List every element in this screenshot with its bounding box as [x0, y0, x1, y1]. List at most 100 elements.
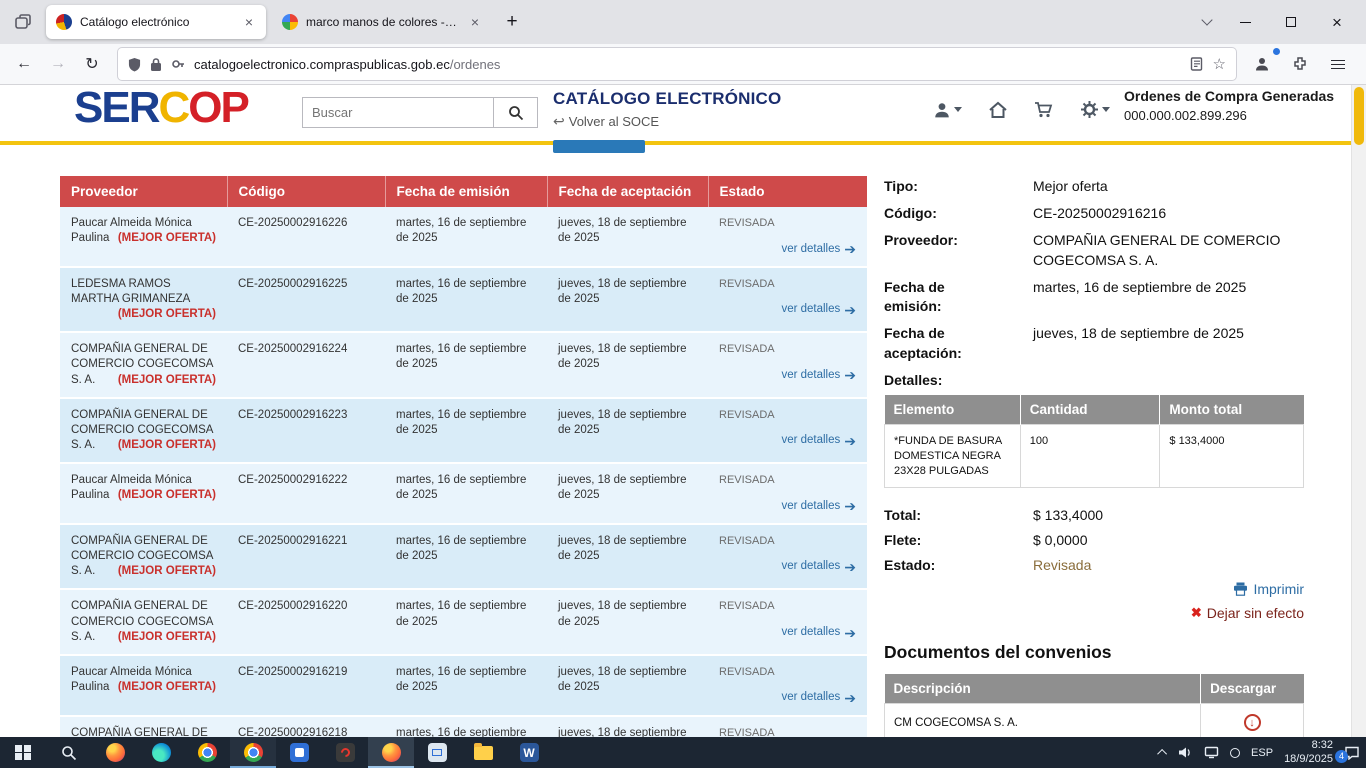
windows-logo-icon	[15, 745, 31, 761]
volver-soce-link[interactable]: ↩Volver al SOCE	[553, 113, 781, 130]
taskbar-search-button[interactable]	[46, 737, 92, 768]
network-icon[interactable]	[1204, 746, 1219, 759]
blue-app-taskbar-icon[interactable]	[276, 737, 322, 768]
column-header-elemento: Elemento	[885, 395, 1021, 425]
ver-detalles-link[interactable]: ver detalles➔	[781, 302, 856, 317]
status-label: REVISADA	[719, 534, 856, 549]
back-button[interactable]: ←	[8, 49, 40, 79]
scrollbar-thumb[interactable]	[1354, 87, 1364, 145]
status-label: REVISADA	[719, 599, 856, 614]
ver-detalles-link[interactable]: ver detalles➔	[781, 625, 856, 640]
search-button[interactable]	[494, 97, 538, 128]
word-taskbar-icon[interactable]: W	[506, 737, 552, 768]
mejor-oferta-label: (MEJOR OFERTA)	[118, 231, 216, 246]
page-scrollbar[interactable]	[1351, 85, 1366, 737]
field-value: martes, 16 de septiembre de 2025	[1033, 278, 1304, 318]
extensions-icon[interactable]	[1284, 49, 1316, 79]
forward-button[interactable]: →	[42, 49, 74, 79]
orders-table-body: Paucar Almeida Mónica Paulina (MEJOR OFE…	[60, 207, 867, 737]
firefox-taskbar-icon[interactable]	[92, 737, 138, 768]
bookmark-star-icon[interactable]: ☆	[1213, 55, 1226, 73]
ver-detalles-link[interactable]: ver detalles➔	[781, 499, 856, 514]
table-row: LEDESMA RAMOS MARTHA GRIMANEZA (MEJOR OF…	[60, 267, 867, 333]
firefox-view-icon[interactable]	[6, 6, 40, 38]
url-bar[interactable]: catalogoelectronico.compraspublicas.gob.…	[118, 48, 1236, 80]
table-row: Paucar Almeida Mónica Paulina (MEJOR OFE…	[60, 207, 867, 267]
account-icon[interactable]	[1246, 49, 1278, 79]
status-label: REVISADA	[719, 726, 856, 737]
web-page: SERCOP CATÁLOGO ELECTRÓNICO ↩Volver al S…	[0, 85, 1366, 737]
home-icon[interactable]	[988, 101, 1008, 119]
minimize-button[interactable]	[1222, 0, 1268, 44]
item-amount: $ 133,4000	[1160, 424, 1304, 488]
cart-icon[interactable]	[1034, 101, 1054, 119]
acceptance-date: jueves, 18 de septiembre de 2025	[547, 524, 708, 590]
imprimir-link[interactable]: Imprimir	[1233, 581, 1304, 597]
ver-detalles-link[interactable]: ver detalles➔	[781, 242, 856, 257]
tab-search-result[interactable]: marco manos de colores - Busc ×	[272, 5, 492, 39]
arrow-right-icon: ➔	[844, 691, 856, 705]
close-button[interactable]: ×	[1314, 0, 1360, 44]
orders-table: Proveedor Código Fecha de emisión Fecha …	[60, 176, 867, 737]
firefox-active-taskbar-icon[interactable]	[368, 737, 414, 768]
new-tab-button[interactable]: +	[496, 6, 528, 38]
acceptance-date: jueves, 18 de septiembre de 2025	[547, 398, 708, 464]
tab-close-icon[interactable]: ×	[242, 14, 256, 30]
field-label: Código:	[884, 204, 1002, 224]
chrome-taskbar-icon-2[interactable]	[230, 737, 276, 768]
tab-catalogo-electronico[interactable]: Catálogo electrónico ×	[46, 5, 266, 39]
tray-status-icon[interactable]	[1230, 748, 1240, 758]
app-window-taskbar-icon[interactable]	[414, 737, 460, 768]
status-cell: REVISADA ver detalles➔	[708, 655, 867, 716]
order-code: CE-20250002916221	[227, 524, 385, 590]
order-details-panel: Tipo:Mejor oferta Código:CE-202500029162…	[884, 177, 1304, 737]
column-header-proveedor: Proveedor	[60, 176, 227, 207]
truncated-blue-button[interactable]	[553, 140, 645, 153]
ver-detalles-link[interactable]: ver detalles➔	[781, 690, 856, 705]
sercop-logo[interactable]: SERCOP	[74, 85, 248, 133]
status-cell: REVISADA ver detalles➔	[708, 524, 867, 590]
ver-detalles-link[interactable]: ver detalles➔	[781, 433, 856, 448]
table-row: COMPAÑIA GENERAL DE COMERCIO COGECOMSA S…	[60, 332, 867, 398]
notification-center-icon[interactable]: 4	[1344, 746, 1360, 760]
maximize-button[interactable]	[1268, 0, 1314, 44]
ver-detalles-link[interactable]: ver detalles➔	[781, 559, 856, 574]
clock[interactable]: 8:3218/9/2025	[1284, 739, 1333, 767]
download-icon[interactable]: ↓	[1244, 714, 1261, 731]
language-indicator[interactable]: ESP	[1251, 747, 1273, 759]
chrome-taskbar-icon[interactable]	[184, 737, 230, 768]
reload-button[interactable]: ↻	[76, 49, 108, 79]
table-row: Paucar Almeida Mónica Paulina (MEJOR OFE…	[60, 463, 867, 524]
provider-name: LEDESMA RAMOS MARTHA GRIMANEZA	[71, 278, 190, 305]
tab-title: Catálogo electrónico	[80, 15, 234, 29]
emission-date: martes, 16 de septiembre de 2025	[385, 463, 547, 524]
dejar-sin-efecto-link[interactable]: ✖ Dejar sin efecto	[1191, 605, 1304, 621]
list-all-tabs-icon[interactable]	[1192, 20, 1222, 24]
column-header-fecha-emision: Fecha de emisión	[385, 176, 547, 207]
status-cell: REVISADA ver detalles➔	[708, 207, 867, 267]
start-button[interactable]	[0, 737, 46, 768]
acrobat-taskbar-icon[interactable]	[322, 737, 368, 768]
reader-view-icon[interactable]	[1190, 57, 1204, 71]
edge-taskbar-icon[interactable]	[138, 737, 184, 768]
tray-expand-icon[interactable]	[1157, 749, 1167, 759]
settings-gear-icon[interactable]	[1080, 100, 1110, 119]
permissions-key-icon[interactable]	[171, 57, 185, 71]
field-value: jueves, 18 de septiembre de 2025	[1033, 324, 1304, 364]
order-code: CE-20250002916226	[227, 207, 385, 267]
user-menu-icon[interactable]	[933, 101, 962, 119]
lock-icon[interactable]	[150, 57, 162, 72]
provider-cell: LEDESMA RAMOS MARTHA GRIMANEZA (MEJOR OF…	[60, 267, 227, 333]
search-input[interactable]	[302, 97, 494, 128]
documents-table: Descripción Descargar CM COGECOMSA S. A.…	[884, 674, 1304, 737]
file-explorer-taskbar-icon[interactable]	[460, 737, 506, 768]
arrow-right-icon: ➔	[844, 499, 856, 513]
chevron-down-icon	[1102, 107, 1110, 112]
table-header-row: Proveedor Código Fecha de emisión Fecha …	[60, 176, 867, 207]
menu-hamburger-icon[interactable]	[1322, 49, 1354, 79]
ver-detalles-link[interactable]: ver detalles➔	[781, 368, 856, 383]
mejor-oferta-label: (MEJOR OFERTA)	[118, 564, 216, 579]
volume-icon[interactable]	[1178, 746, 1193, 759]
shield-icon[interactable]	[128, 57, 141, 72]
tab-close-icon[interactable]: ×	[468, 14, 482, 30]
